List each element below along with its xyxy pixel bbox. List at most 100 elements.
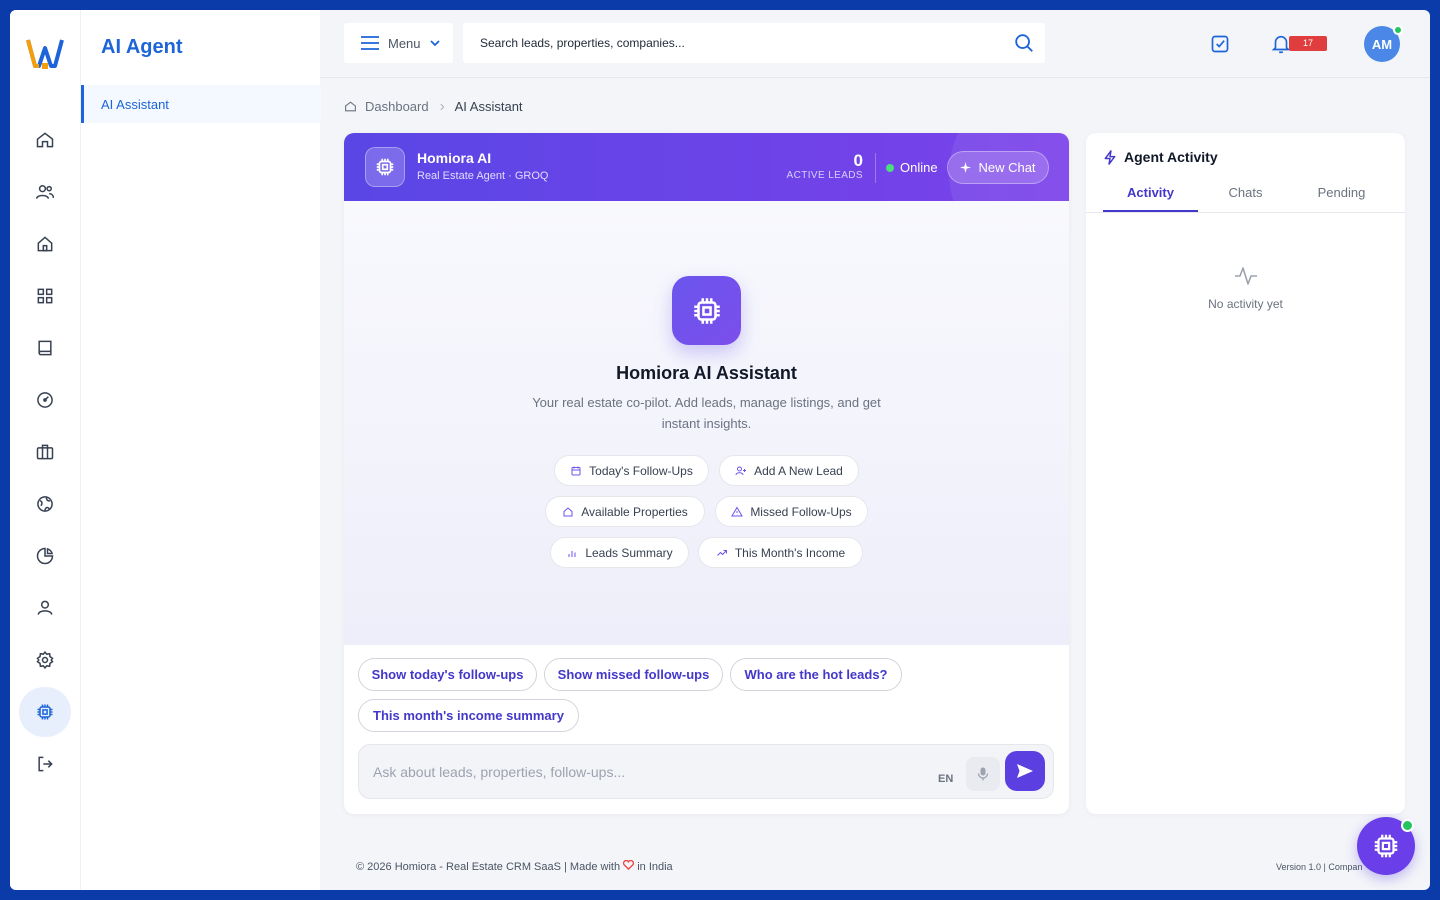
house-icon [563, 506, 573, 516]
nav-modules[interactable] [19, 271, 71, 321]
secondary-sidebar: AI Agent AI Assistant [80, 10, 321, 890]
tab-chats[interactable]: Chats [1198, 185, 1293, 212]
chip-add-new-lead[interactable]: Add A New Lead [719, 455, 859, 486]
nav-dashboard[interactable] [19, 375, 71, 425]
breadcrumb-current: AI Assistant [454, 99, 523, 114]
hero-description: Your real estate co-pilot. Add leads, ma… [532, 395, 881, 431]
chip-label: Available Properties [581, 504, 688, 519]
nav-book[interactable] [19, 323, 71, 373]
icon-rail [10, 10, 80, 890]
sidebar-title: AI Agent [101, 36, 183, 58]
assistant-hero-icon [672, 276, 741, 345]
briefcase-icon [36, 444, 54, 460]
new-chat-label: New Chat [978, 160, 1036, 175]
nav-profile[interactable] [19, 583, 71, 633]
tabs-divider [1086, 212, 1405, 213]
book-icon [38, 340, 52, 356]
trend-up-icon [716, 549, 727, 556]
bot-separator: · [508, 170, 515, 182]
activity-title-row: Agent Activity [1103, 149, 1218, 165]
home-icon [36, 132, 54, 148]
active-leads-label: ACTIVE LEADS [786, 170, 863, 181]
nav-properties[interactable] [19, 219, 71, 269]
notification-badge: 17 [1289, 36, 1327, 51]
grid-icon [37, 288, 53, 304]
fab-online-dot [1401, 819, 1414, 832]
house-icon [37, 236, 53, 252]
user-plus-icon [735, 466, 747, 475]
app-window: AI Agent AI Assistant Menu 17 AM Dashboa… [10, 10, 1430, 890]
breadcrumb-home[interactable]: Dashboard [365, 99, 429, 114]
tab-activity[interactable]: Activity [1103, 185, 1198, 212]
footer-version: Version 1.0 | Compan [1276, 862, 1363, 872]
new-chat-button[interactable]: New Chat [947, 151, 1049, 184]
activity-title: Agent Activity [1124, 149, 1218, 165]
logout-icon [38, 756, 53, 772]
footer-text-end: in India [637, 861, 673, 873]
user-icon [37, 600, 53, 615]
bot-avatar [365, 147, 405, 187]
empty-activity-text: No activity yet [1208, 297, 1283, 311]
chip-available-properties[interactable]: Available Properties [545, 496, 705, 527]
menu-button[interactable]: Menu [344, 23, 453, 63]
message-input[interactable] [373, 760, 913, 784]
status-indicator: Online [886, 160, 938, 175]
chip-this-months-income[interactable]: This Month's Income [698, 537, 863, 568]
bot-name: Homiora AI [417, 150, 492, 166]
heart-icon [623, 859, 635, 871]
nav-reports[interactable] [19, 531, 71, 581]
nav-users[interactable] [19, 167, 71, 217]
chip-missed-follow-ups[interactable]: Missed Follow-Ups [715, 496, 868, 527]
suggestion-todays-follow-ups[interactable]: Show today's follow-ups [358, 658, 537, 691]
sidebar-item-ai-assistant[interactable]: AI Assistant [81, 85, 321, 123]
bot-engine: GROQ [514, 170, 549, 182]
send-button[interactable] [1005, 751, 1045, 791]
chip-label: This Month's Income [734, 545, 846, 560]
chip-icon [37, 704, 53, 720]
home-icon [345, 101, 356, 112]
calendar-icon [571, 466, 581, 475]
footer-text: © 2026 Homiora - Real Estate CRM SaaS | … [356, 861, 621, 873]
nav-globe[interactable] [19, 479, 71, 529]
language-toggle[interactable]: EN [938, 773, 953, 785]
suggestion-missed-follow-ups[interactable]: Show missed follow-ups [544, 658, 723, 691]
chip-icon [1374, 834, 1398, 858]
chip-label: Today's Follow-Ups [589, 463, 693, 478]
bar-chart-icon [568, 550, 576, 557]
header-divider [875, 153, 876, 183]
message-composer: EN [358, 744, 1054, 799]
brand-logo[interactable] [26, 34, 64, 74]
search-icon[interactable] [1013, 32, 1035, 54]
chat-header: Homiora AI Real Estate Agent · GROQ 0 AC… [344, 133, 1069, 263]
send-icon [1017, 764, 1033, 778]
tasks-icon[interactable] [1210, 34, 1230, 54]
chip-label: Leads Summary [585, 545, 673, 560]
suggestion-hot-leads[interactable]: Who are the hot leads? [730, 658, 902, 691]
users-icon [35, 185, 55, 199]
nav-briefcase[interactable] [19, 427, 71, 477]
suggestion-income-summary[interactable]: This month's income summary [358, 699, 579, 732]
globe-icon [37, 496, 53, 512]
microphone-icon [977, 767, 989, 781]
nav-home[interactable] [19, 115, 71, 165]
mic-button[interactable] [966, 757, 1000, 791]
chevron-right-icon [440, 103, 444, 110]
pulse-icon [1235, 267, 1257, 285]
tab-pending[interactable]: Pending [1294, 185, 1389, 212]
menu-label: Menu [388, 35, 421, 51]
chip-todays-follow-ups[interactable]: Today's Follow-Ups [554, 455, 709, 486]
avatar-online-dot [1393, 25, 1403, 35]
search-input[interactable] [463, 23, 983, 63]
chip-label: Add A New Lead [754, 463, 843, 478]
chip-leads-summary[interactable]: Leads Summary [550, 537, 689, 568]
breadcrumb: Dashboard AI Assistant [344, 99, 523, 114]
settings-icon [36, 650, 54, 670]
warning-icon [731, 506, 744, 516]
nav-ai-agent[interactable] [19, 687, 71, 737]
dashboard-icon [37, 392, 53, 408]
nav-logout[interactable] [19, 739, 71, 789]
chip-icon [693, 297, 720, 324]
nav-settings[interactable] [19, 635, 71, 685]
footer-copyright: © 2026 Homiora - Real Estate CRM SaaS | … [356, 859, 673, 873]
pie-chart-icon [36, 547, 54, 565]
